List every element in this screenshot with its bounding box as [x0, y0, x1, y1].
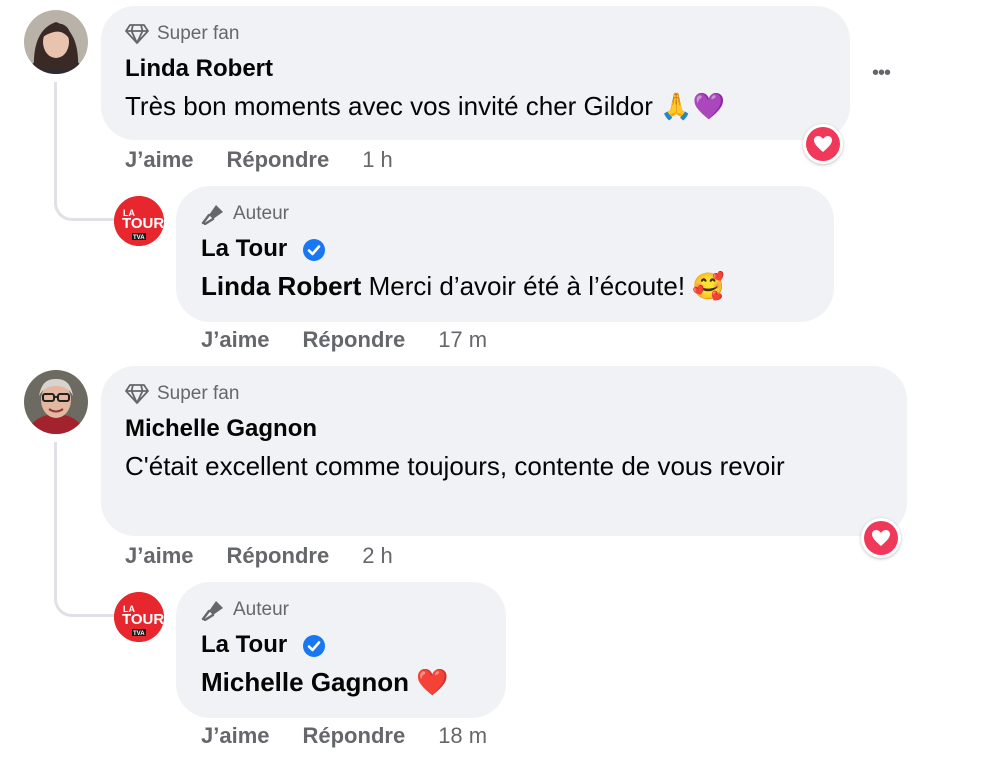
heart-icon [872, 530, 890, 546]
heart-icon [814, 136, 832, 152]
reply-author[interactable]: La Tour [201, 235, 326, 263]
timestamp[interactable]: 1 h [362, 147, 393, 173]
verified-badge-icon [302, 634, 325, 657]
comment-author[interactable]: Linda Robert [125, 55, 273, 83]
reply-body: Merci d’avoir été à l’écoute! [368, 271, 686, 301]
author-badge: Auteur [201, 203, 289, 225]
reply-button[interactable]: Répondre [227, 543, 330, 569]
like-button[interactable]: J’aime [125, 543, 194, 569]
microphone-icon [201, 601, 223, 621]
comment-author[interactable]: Michelle Gagnon [125, 415, 317, 443]
reply-emoji: 🥰 [692, 272, 725, 302]
verified-badge-icon [302, 238, 325, 261]
super-fan-badge: Super fan [125, 383, 239, 405]
avatar[interactable] [24, 10, 88, 74]
reply-actions: J’aime Répondre 18 m [201, 723, 487, 749]
comment-actions: J’aime Répondre 2 h [125, 543, 393, 569]
heart-reaction[interactable] [803, 124, 843, 164]
reply-actions: J’aime Répondre 17 m [201, 327, 487, 353]
reply-text: Michelle Gagnon ❤️ [201, 664, 501, 702]
author-badge: Auteur [201, 599, 289, 621]
reply-button[interactable]: Répondre [227, 147, 330, 173]
comment-emoji: 🙏💜 [660, 92, 725, 122]
reply-button[interactable]: Répondre [303, 327, 406, 353]
page-avatar[interactable]: LA TOUR TVA [114, 592, 164, 642]
reply-author-name: La Tour [201, 235, 288, 262]
mention-link[interactable]: Michelle Gagnon [201, 667, 409, 697]
logo-text-line2: TOUR [122, 215, 164, 232]
reply-emoji: ❤️ [416, 668, 449, 698]
reply-button[interactable]: Répondre [303, 723, 406, 749]
reply-author-name: La Tour [201, 631, 288, 658]
avatar[interactable] [24, 370, 88, 434]
diamond-icon [125, 24, 149, 44]
like-button[interactable]: J’aime [201, 327, 270, 353]
logo-text-line2: TOUR [122, 611, 164, 628]
more-options-button[interactable]: ••• [872, 62, 891, 85]
badge-label: Auteur [233, 203, 289, 224]
logo-text-line3: TVA [133, 631, 145, 637]
diamond-icon [125, 384, 149, 404]
heart-reaction[interactable] [861, 518, 901, 558]
timestamp[interactable]: 18 m [438, 723, 487, 749]
like-button[interactable]: J’aime [125, 147, 194, 173]
like-button[interactable]: J’aime [201, 723, 270, 749]
mention-link[interactable]: Linda Robert [201, 271, 361, 301]
reply-text: Linda Robert Merci d’avoir été à l’écout… [201, 268, 821, 306]
badge-label: Auteur [233, 599, 289, 620]
badge-label: Super fan [157, 383, 240, 404]
comment-actions: J’aime Répondre 1 h [125, 147, 393, 173]
comment-text: Très bon moments avec vos invité cher Gi… [125, 88, 825, 126]
badge-label: Super fan [157, 23, 240, 44]
comment-body: Très bon moments avec vos invité cher Gi… [125, 91, 653, 121]
page-avatar[interactable]: LA TOUR TVA [114, 196, 164, 246]
timestamp[interactable]: 2 h [362, 543, 393, 569]
reply-author[interactable]: La Tour [201, 631, 326, 659]
microphone-icon [201, 205, 223, 225]
super-fan-badge: Super fan [125, 23, 239, 45]
comment-text: C'était excellent comme toujours, conten… [125, 451, 785, 481]
timestamp[interactable]: 17 m [438, 327, 487, 353]
logo-text-line3: TVA [133, 235, 145, 241]
